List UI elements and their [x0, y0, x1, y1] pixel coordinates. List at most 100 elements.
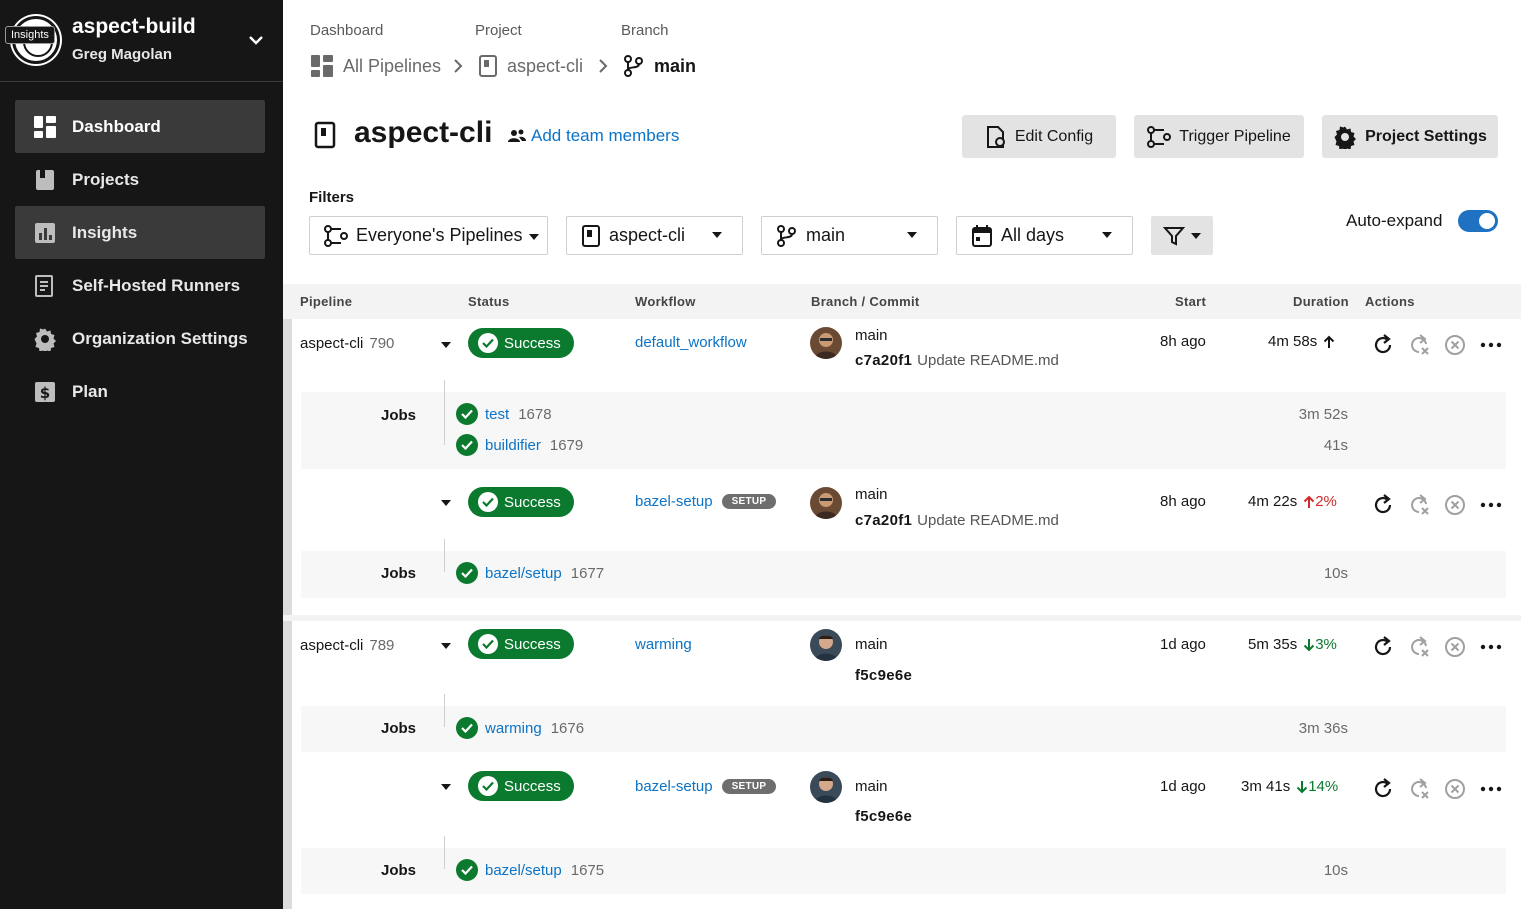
workflow-row[interactable]: Success bazel-setup SETUP main f5c9e6e 1d… [283, 763, 1521, 835]
rerun-icon[interactable] [1371, 635, 1395, 659]
dashboard-icon [33, 115, 57, 139]
auto-expand-toggle[interactable] [1458, 210, 1498, 232]
pipeline-name[interactable]: aspect-cli 790 [300, 335, 394, 352]
job-item[interactable]: test 1678 [456, 403, 552, 425]
branch-filter-value: main [806, 225, 846, 245]
more-options-icon[interactable] [1479, 635, 1503, 659]
tree-line [444, 380, 445, 445]
collapse-caret-icon[interactable] [441, 500, 451, 506]
rerun-failed-icon[interactable] [1407, 635, 1431, 659]
breadcrumb-all-pipelines[interactable]: All Pipelines [310, 52, 441, 80]
breadcrumb-text: main [654, 55, 697, 76]
status-badge: Success [468, 328, 574, 358]
rerun-icon[interactable] [1371, 333, 1395, 357]
job-item[interactable]: warming 1676 [456, 717, 584, 739]
workflow-row[interactable]: aspect-cli 789 Success warming main f5c9e… [283, 621, 1521, 693]
column-header: Branch / Commit [811, 294, 920, 309]
sidebar-item-organization-settings[interactable]: Organization Settings [15, 312, 265, 365]
collapse-caret-icon[interactable] [441, 784, 451, 790]
branch-name: main [855, 778, 888, 795]
duration: 4m 58s [1268, 333, 1335, 350]
start-time: 8h ago [1160, 333, 1206, 350]
breadcrumb-project[interactable]: aspect-cli [478, 52, 583, 80]
duration-change: 2% [1303, 493, 1337, 510]
pipelines-filter-select[interactable]: Everyone's Pipelines [309, 216, 548, 255]
duration: 3m 41s 14% [1241, 778, 1338, 795]
sidebar-item-plan[interactable]: $ Plan [15, 365, 265, 418]
chevron-down-icon[interactable] [246, 30, 266, 50]
cancel-icon[interactable] [1443, 333, 1467, 357]
add-team-members-link[interactable]: Add team members [507, 126, 679, 146]
job-item[interactable]: bazel/setup 1675 [456, 859, 604, 881]
rerun-failed-icon[interactable] [1407, 493, 1431, 517]
caret-down-icon [1102, 232, 1112, 238]
collapse-caret-icon[interactable] [441, 643, 451, 649]
cancel-icon[interactable] [1443, 777, 1467, 801]
insights-icon [33, 221, 57, 245]
sidebar-item-insights[interactable]: Insights [15, 206, 265, 259]
breadcrumb-label: Project [475, 22, 522, 39]
rerun-failed-icon[interactable] [1407, 777, 1431, 801]
commit-info[interactable]: f5c9e6e [855, 667, 912, 684]
more-options-icon[interactable] [1479, 493, 1503, 517]
commit-info[interactable]: f5c9e6e [855, 808, 912, 825]
branch-filter-select[interactable]: main [761, 216, 938, 255]
caret-down-icon [528, 234, 539, 240]
status-badge: Success [468, 771, 574, 801]
edit-config-button[interactable]: Edit Config [962, 115, 1116, 158]
project-filter-value: aspect-cli [609, 225, 686, 245]
days-filter-select[interactable]: All days [956, 216, 1133, 255]
workflow-link[interactable]: warming [635, 636, 692, 653]
project-filter-select[interactable]: aspect-cli [566, 216, 743, 255]
project-settings-button[interactable]: Project Settings [1322, 115, 1498, 158]
job-duration: 10s [1323, 565, 1348, 582]
column-header: Actions [1365, 294, 1415, 309]
rerun-icon[interactable] [1371, 493, 1395, 517]
sidebar-item-dashboard[interactable]: Dashboard [15, 100, 265, 153]
rerun-failed-icon[interactable] [1407, 333, 1431, 357]
job-number: 1679 [549, 436, 584, 454]
workflow-link[interactable]: bazel-setup SETUP [635, 778, 777, 795]
add-team-label: Add team members [531, 126, 680, 145]
funnel-icon [1163, 226, 1185, 246]
caret-down-icon [907, 232, 917, 238]
commit-info[interactable]: c7a20f1 Update README.md [855, 512, 1059, 529]
cancel-icon[interactable] [1443, 635, 1467, 659]
cancel-icon[interactable] [1443, 493, 1467, 517]
jobs-label: Jobs [381, 407, 417, 424]
check-icon [456, 562, 478, 584]
sidebar-item-label: Projects [72, 169, 140, 189]
duration-value: 3m 41s [1241, 778, 1291, 795]
advanced-filter-button[interactable] [1151, 216, 1213, 255]
workflow-row[interactable]: aspect-cli 790 Success default_workflow m… [283, 319, 1521, 391]
pipeline-name[interactable]: aspect-cli 789 [300, 637, 394, 654]
arrow-up-icon [1303, 495, 1315, 508]
pipeline-label: aspect-cli [300, 335, 364, 352]
check-icon [478, 492, 498, 512]
arrow-down-icon [1303, 638, 1315, 651]
arrow-up-icon [1323, 335, 1335, 349]
project-icon [314, 121, 336, 149]
more-options-icon[interactable] [1479, 333, 1503, 357]
workflow-row[interactable]: Success bazel-setup SETUP main c7a20f1 Upd… [283, 478, 1521, 550]
sidebar-item-self-hosted-runners[interactable]: Self-Hosted Runners [15, 259, 265, 312]
job-item[interactable]: buildifier 1679 [456, 434, 583, 456]
sidebar-item-projects[interactable]: Projects [15, 153, 265, 206]
project-settings-label: Project Settings [1365, 127, 1487, 145]
job-item[interactable]: bazel/setup 1677 [456, 562, 604, 584]
pipelines-filter-value: Everyone's Pipelines [356, 225, 523, 245]
more-options-icon[interactable] [1479, 777, 1503, 801]
breadcrumb-text: aspect-cli [507, 55, 584, 76]
people-icon [508, 129, 526, 142]
org-switcher[interactable]: Insights aspect-build Greg Magolan [0, 0, 283, 82]
workflow-link[interactable]: bazel-setup SETUP [635, 493, 777, 510]
breadcrumb-branch[interactable]: main [623, 52, 696, 80]
rerun-icon[interactable] [1371, 777, 1395, 801]
commit-info[interactable]: c7a20f1 Update README.md [855, 352, 1059, 369]
job-name: test [485, 405, 510, 423]
setup-badge: SETUP [721, 494, 777, 509]
workflow-link[interactable]: default_workflow [635, 334, 747, 351]
check-icon [456, 434, 478, 456]
collapse-caret-icon[interactable] [441, 342, 451, 348]
trigger-pipeline-button[interactable]: Trigger Pipeline [1134, 115, 1304, 158]
